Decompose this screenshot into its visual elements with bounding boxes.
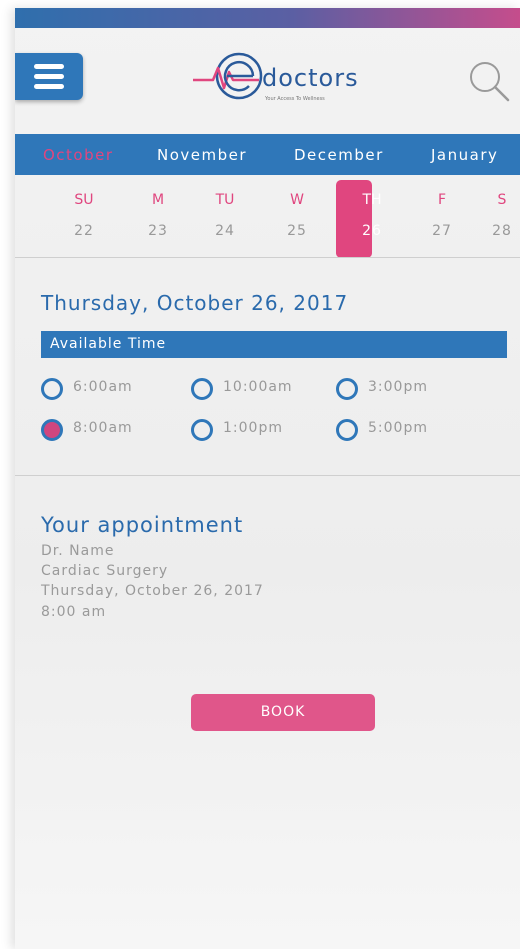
time-slot-label: 3:00pm (368, 379, 428, 395)
appointment-specialty: Cardiac Surgery (41, 563, 169, 579)
selected-date-title: Thursday, October 26, 2017 (41, 291, 349, 315)
day-number: 23 (148, 223, 168, 239)
day-number: 26 (362, 223, 382, 239)
divider (15, 257, 520, 258)
appointment-date: Thursday, October 26, 2017 (41, 583, 264, 599)
time-slot-label: 6:00am (73, 379, 133, 395)
month-tab-november[interactable]: November (157, 146, 247, 164)
time-slot-option[interactable]: 1:00pm (191, 418, 331, 442)
radio-button[interactable] (336, 378, 358, 400)
day-name: TH (362, 192, 382, 208)
time-slot-option[interactable]: 10:00am (191, 377, 331, 401)
day-name: S (497, 192, 507, 208)
month-tab-october[interactable]: October (43, 146, 114, 164)
logo-text: doctors (262, 64, 359, 92)
day-cell[interactable]: M 23 (122, 180, 167, 258)
hamburger-icon-line (34, 74, 64, 79)
day-number: 24 (215, 223, 235, 239)
day-name: W (290, 192, 304, 208)
app-screen: doctors Your Access To Wellness October … (15, 8, 520, 949)
day-name: M (151, 192, 165, 208)
month-selector: October November December January (15, 134, 520, 175)
available-time-label: Available Time (50, 336, 167, 352)
day-cell[interactable]: SU 22 (48, 180, 93, 258)
appointment-time: 8:00 am (41, 604, 107, 620)
appointment-doctor: Dr. Name (41, 543, 115, 559)
hamburger-icon-line (34, 64, 64, 69)
month-tab-december[interactable]: December (294, 146, 384, 164)
month-tab-january[interactable]: January (431, 146, 498, 164)
radio-button[interactable] (41, 378, 63, 400)
day-cell[interactable]: TU 24 (189, 180, 234, 258)
day-cell[interactable]: S 28 (466, 180, 511, 258)
day-name: F (437, 192, 447, 208)
day-number: 28 (492, 223, 512, 239)
available-time-header: Available Time (41, 331, 507, 358)
day-cell-selected[interactable]: TH 26 (336, 180, 382, 258)
time-slot-option[interactable]: 6:00am (41, 377, 181, 401)
radio-button[interactable] (336, 419, 358, 441)
week-day-picker: SU 22 M 23 TU 24 W 25 TH 26 F 27 S 28 (15, 180, 520, 260)
time-slot-label: 10:00am (223, 379, 293, 395)
edoctors-logo: doctors Your Access To Wellness (185, 46, 365, 106)
header: doctors Your Access To Wellness (15, 28, 520, 134)
day-number: 27 (432, 223, 452, 239)
day-name: SU (74, 192, 94, 208)
day-cell[interactable]: W 25 (261, 180, 306, 258)
hamburger-icon-line (34, 84, 64, 89)
day-number: 25 (287, 223, 307, 239)
time-slot-label: 5:00pm (368, 420, 428, 436)
radio-button[interactable] (191, 419, 213, 441)
book-button[interactable]: BOOK (191, 694, 375, 731)
status-bar (15, 8, 520, 28)
logo-tagline: Your Access To Wellness (265, 96, 325, 102)
day-number: 22 (74, 223, 94, 239)
time-slot-label: 1:00pm (223, 420, 283, 436)
radio-button-checked[interactable] (41, 419, 63, 441)
time-slot-option[interactable]: 3:00pm (336, 377, 476, 401)
day-name: TU (215, 192, 235, 208)
radio-button[interactable] (191, 378, 213, 400)
time-slot-option-selected[interactable]: 8:00am (41, 418, 181, 442)
menu-button[interactable] (15, 53, 83, 100)
time-slot-option[interactable]: 5:00pm (336, 418, 476, 442)
day-cell[interactable]: F 27 (406, 180, 451, 258)
divider (15, 475, 520, 476)
appointment-title: Your appointment (41, 513, 244, 537)
time-slot-label: 8:00am (73, 420, 133, 436)
search-icon[interactable] (468, 60, 510, 102)
